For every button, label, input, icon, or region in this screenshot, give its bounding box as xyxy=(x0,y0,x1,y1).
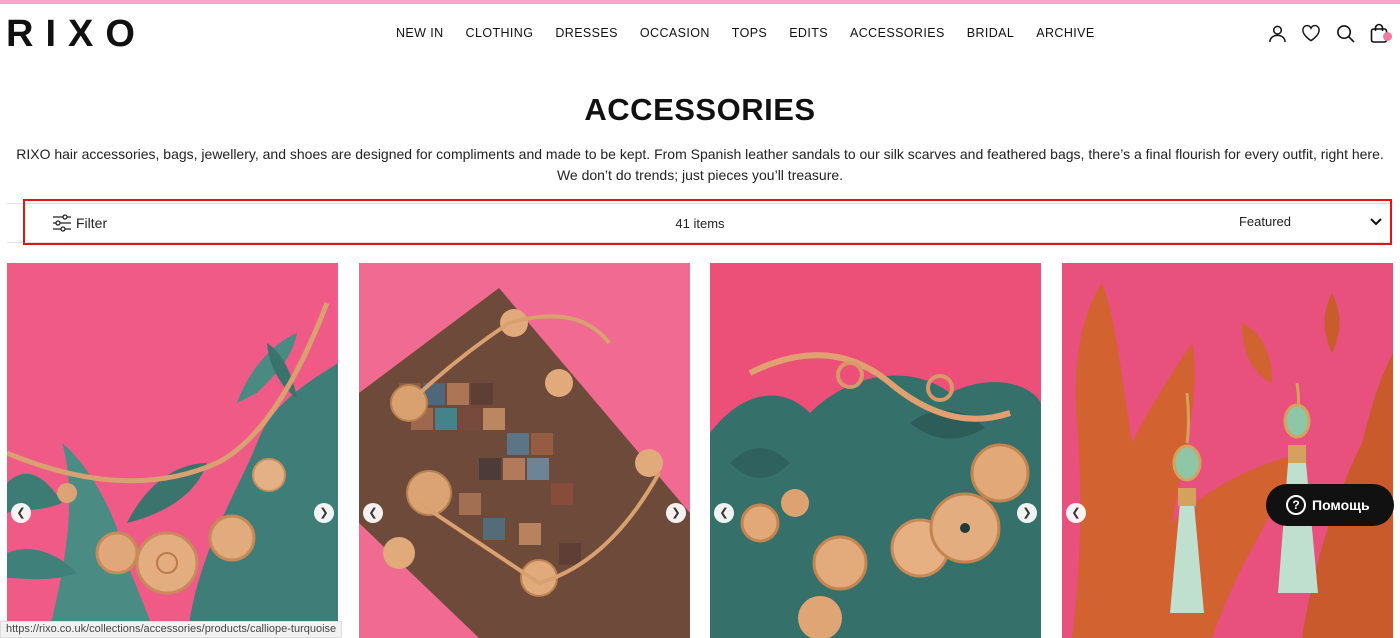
browser-status-url: https://rixo.co.uk/collections/accessori… xyxy=(0,621,343,638)
help-chat-button[interactable]: ? Помощь xyxy=(1266,484,1394,526)
product-card[interactable]: ❮ ❯ xyxy=(359,263,690,638)
product-grid: ❮ ❯ ❮ ❯ ❮ ❯ ❮ xyxy=(0,263,1400,638)
product-card[interactable]: ❮ ❯ xyxy=(7,263,338,638)
rixo-logo[interactable]: RIXO xyxy=(6,15,147,53)
sort-selected-value: Featured xyxy=(1238,214,1291,229)
previous-image-arrow[interactable]: ❮ xyxy=(1066,503,1086,523)
question-mark-icon: ? xyxy=(1286,495,1306,515)
site-header: RIXO NEW IN CLOTHING DRESSES OCCASION TO… xyxy=(0,4,1400,64)
collection-description: RIXO hair accessories, bags, jewellery, … xyxy=(16,146,1384,183)
next-image-arrow[interactable]: ❯ xyxy=(666,503,686,523)
nav-item-edits[interactable]: EDITS xyxy=(789,26,828,40)
chevron-down-icon xyxy=(1370,217,1382,225)
header-icon-group xyxy=(1266,22,1392,44)
main-navigation: NEW IN CLOTHING DRESSES OCCASION TOPS ED… xyxy=(396,26,1117,40)
sort-dropdown[interactable]: Featured xyxy=(1239,214,1383,229)
nav-item-clothing[interactable]: CLOTHING xyxy=(466,26,534,40)
nav-item-dresses[interactable]: DRESSES xyxy=(555,26,618,40)
previous-image-arrow[interactable]: ❮ xyxy=(714,503,734,523)
product-image xyxy=(359,263,690,638)
product-image xyxy=(1062,263,1393,638)
search-icon[interactable] xyxy=(1334,22,1356,44)
nav-item-tops[interactable]: TOPS xyxy=(732,26,767,40)
next-image-arrow[interactable]: ❯ xyxy=(1017,503,1037,523)
nav-item-archive[interactable]: ARCHIVE xyxy=(1036,26,1094,40)
account-icon[interactable] xyxy=(1266,22,1288,44)
product-card[interactable]: ❮ xyxy=(1062,263,1393,638)
product-image xyxy=(7,263,338,638)
items-count: 41 items xyxy=(675,216,725,231)
nav-item-bridal[interactable]: BRIDAL xyxy=(967,26,1015,40)
nav-item-accessories[interactable]: ACCESSORIES xyxy=(850,26,945,40)
nav-item-occasion[interactable]: OCCASION xyxy=(640,26,710,40)
shopping-bag-icon[interactable] xyxy=(1368,22,1392,44)
wishlist-heart-icon[interactable] xyxy=(1300,22,1322,44)
page-title: ACCESSORIES xyxy=(584,92,816,127)
nav-item-new-in[interactable]: NEW IN xyxy=(396,26,444,40)
previous-image-arrow[interactable]: ❮ xyxy=(363,503,383,523)
next-image-arrow[interactable]: ❯ xyxy=(314,503,334,523)
cart-indicator-dot xyxy=(1383,32,1392,41)
help-label: Помощь xyxy=(1312,497,1370,513)
filter-toolbar: Filter 41 items Featured xyxy=(7,203,1393,243)
previous-image-arrow[interactable]: ❮ xyxy=(11,503,31,523)
product-image xyxy=(710,263,1041,638)
product-card[interactable]: ❮ ❯ xyxy=(710,263,1041,638)
